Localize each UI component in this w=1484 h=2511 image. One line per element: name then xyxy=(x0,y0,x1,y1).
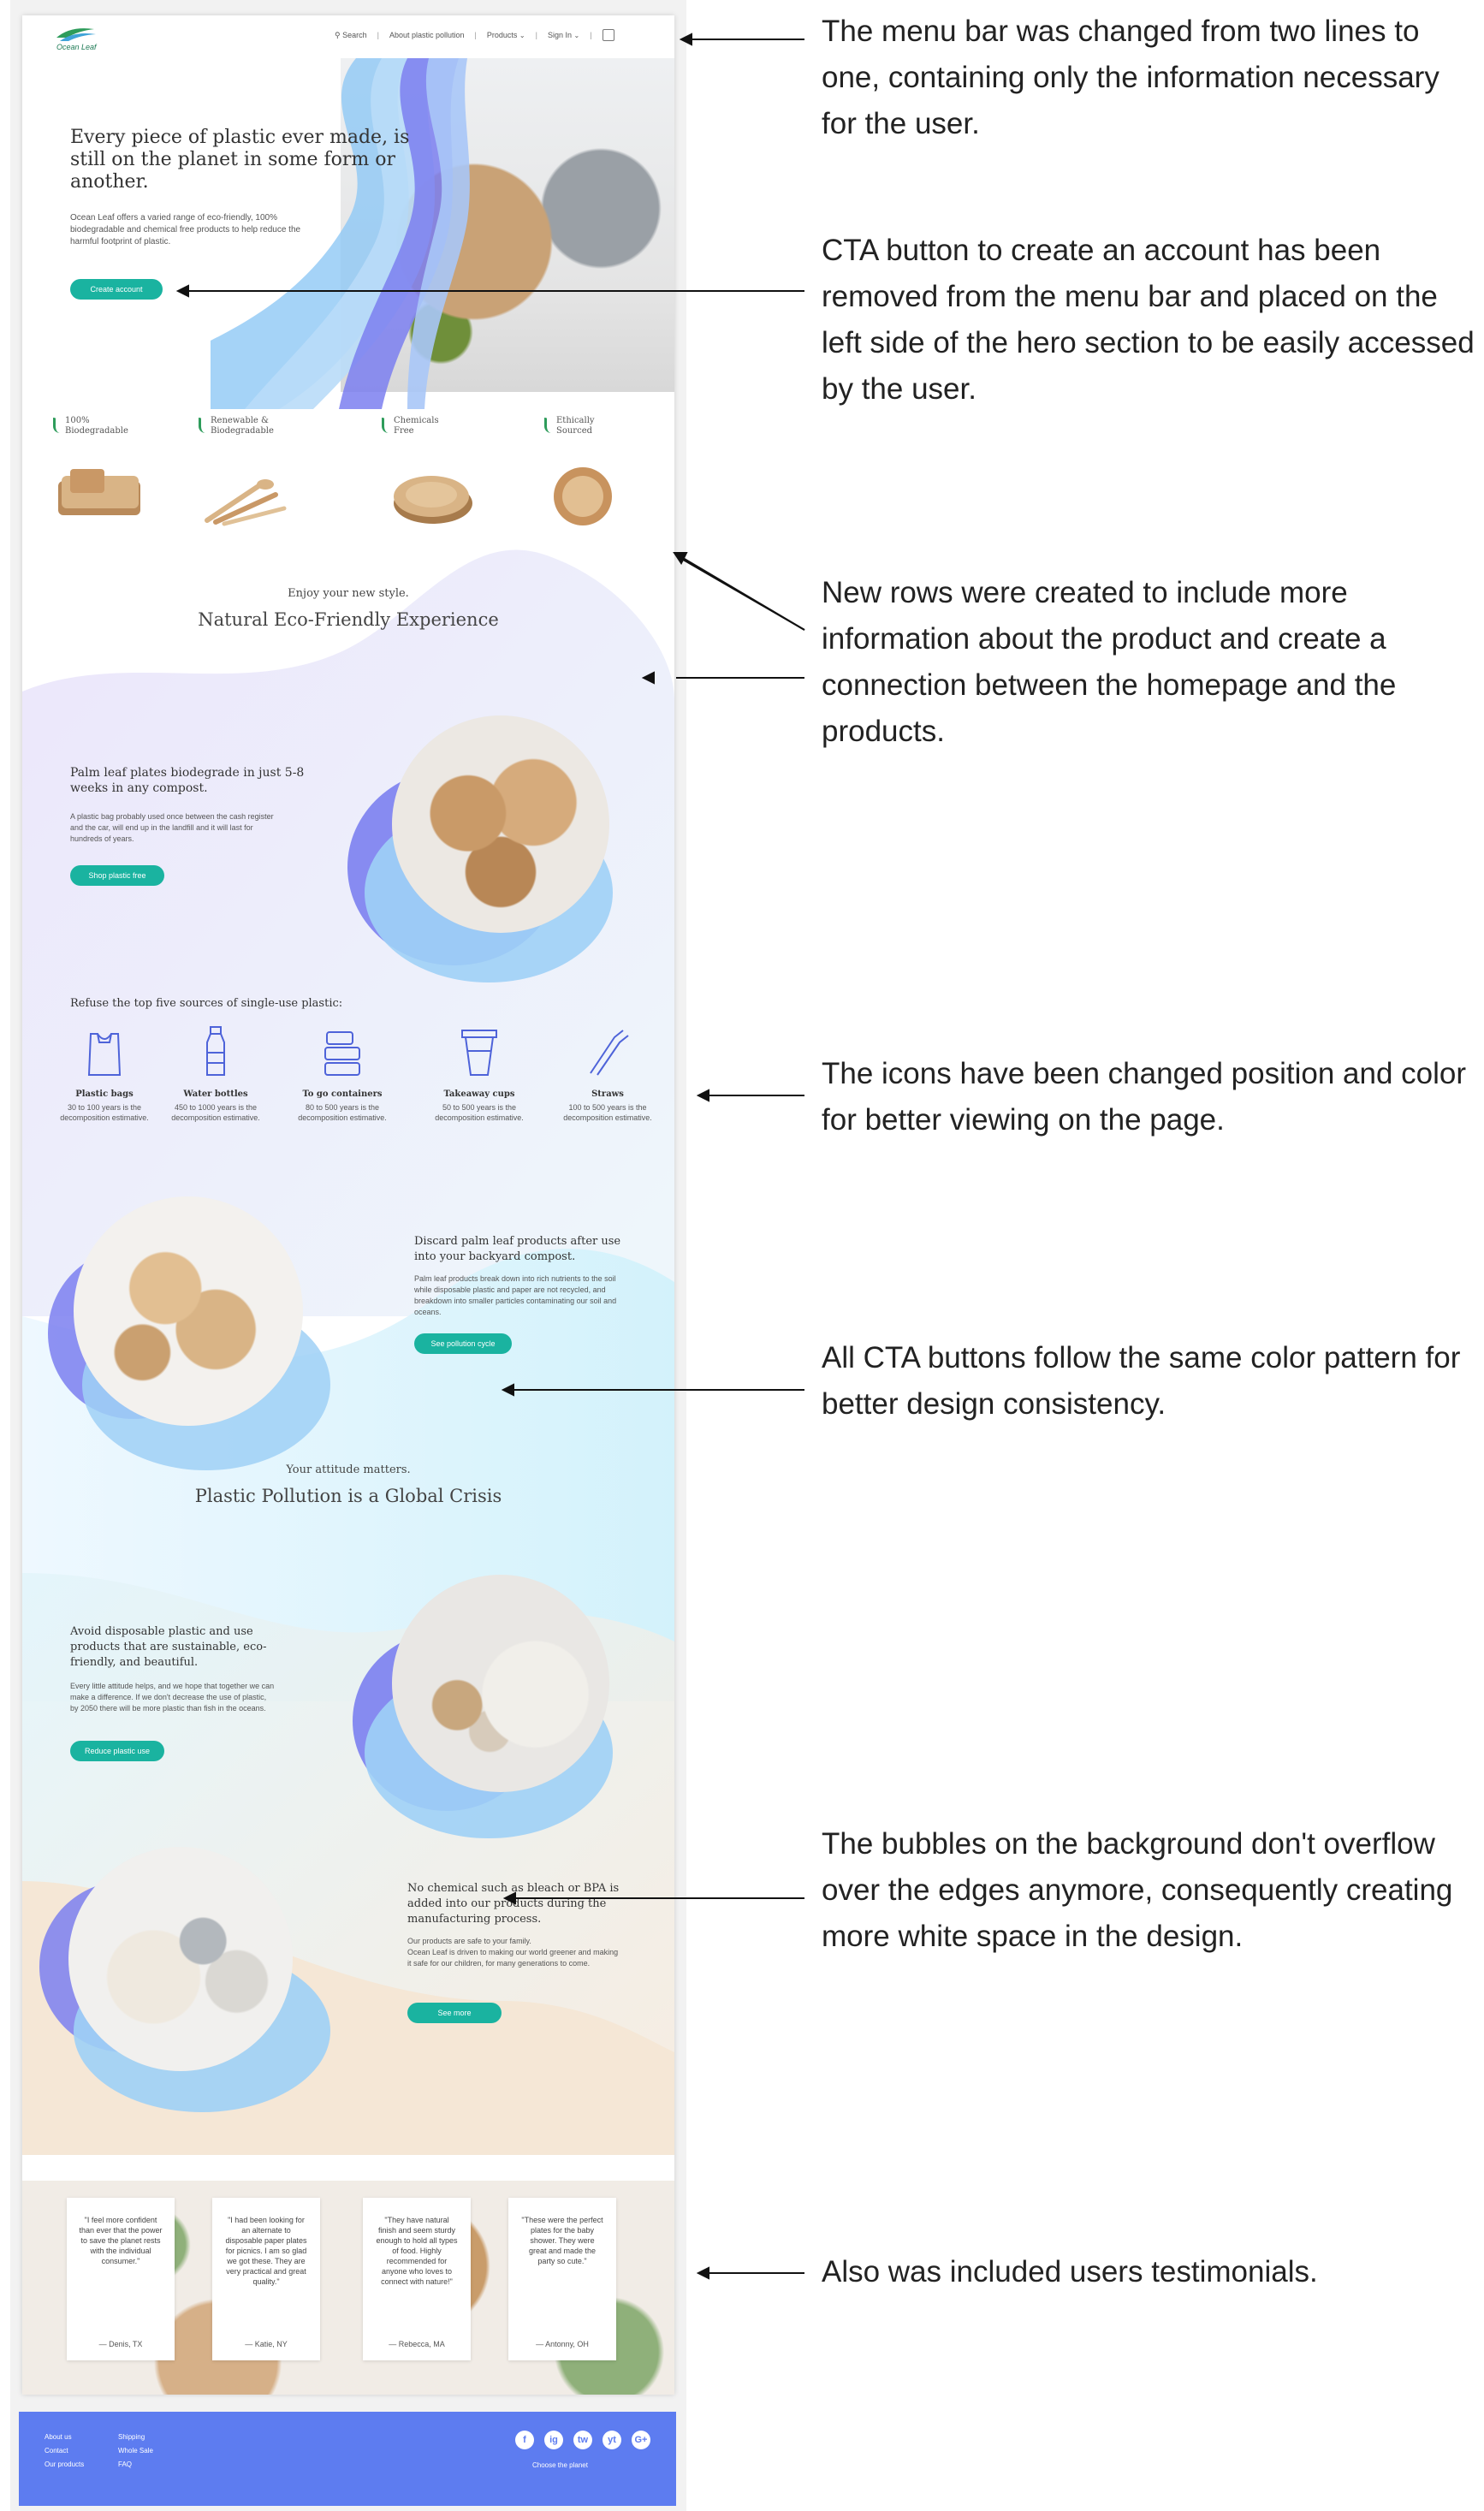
annotation-cta-button: CTA button to create an account has been… xyxy=(822,234,1475,406)
annotation-icons: The icons have been changed position and… xyxy=(822,1057,1467,1137)
annotation-cta-colors: All CTA buttons follow the same color pa… xyxy=(822,1341,1461,1421)
annotation-testimonials: Also was included users testimonials. xyxy=(822,2255,1318,2288)
annotation-bubbles: The bubbles on the background don't over… xyxy=(822,1827,1453,1953)
annotation-menu-bar: The menu bar was changed from two lines … xyxy=(822,15,1439,140)
annotation-new-rows: New rows were created to include more in… xyxy=(822,576,1397,748)
